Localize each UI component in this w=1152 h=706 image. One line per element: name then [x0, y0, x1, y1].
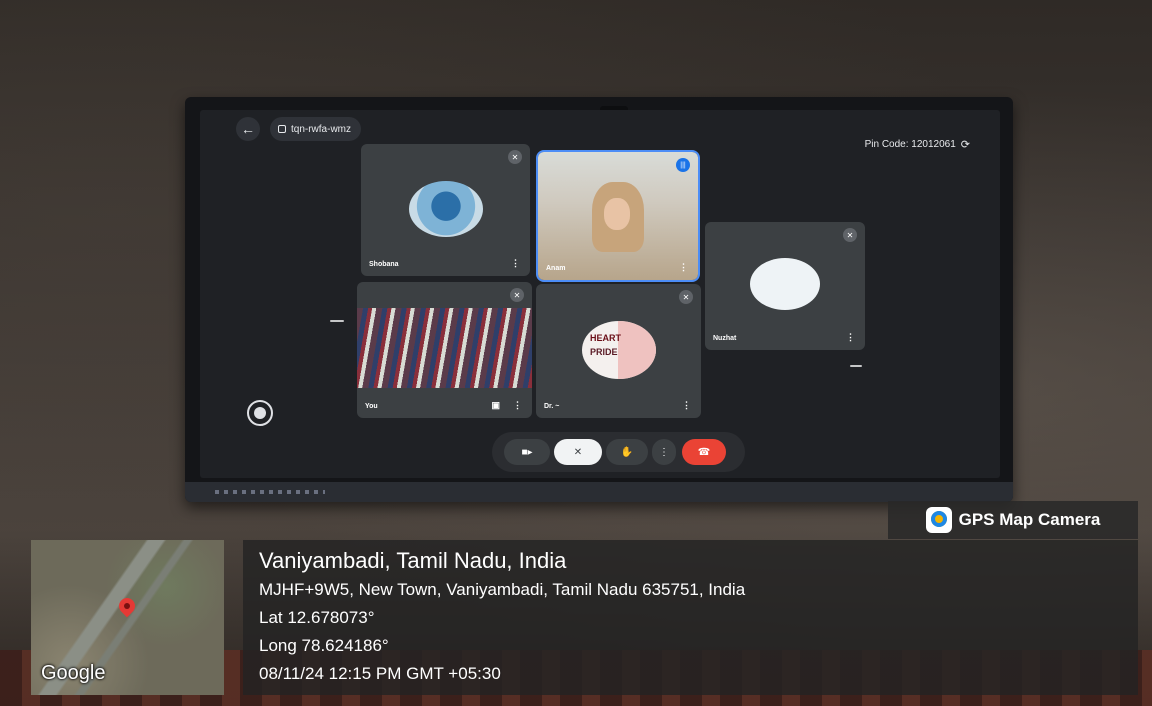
mic-off-icon: ✕	[679, 290, 693, 304]
end-call-icon[interactable]: ☎	[682, 439, 726, 465]
more-vert-icon[interactable]: ⋮	[511, 258, 520, 269]
participant-name: Anam	[546, 265, 566, 272]
participant-tile[interactable]: ✕ Shobana ⋮	[361, 144, 530, 276]
avatar	[750, 258, 820, 310]
camera-icon[interactable]: ■▸	[504, 439, 550, 465]
self-view-toggle[interactable]	[247, 400, 273, 426]
participant-tile-self[interactable]: ✕ You ▣ ⋮	[357, 282, 532, 418]
mic-off-icon: ✕	[510, 288, 524, 302]
light-glare	[850, 365, 862, 367]
more-vert-icon[interactable]: ⋮	[652, 439, 676, 465]
participant-name: Nuzhat	[713, 335, 737, 342]
avatar	[409, 181, 483, 237]
light-glare	[330, 320, 344, 322]
picture-in-picture-icon[interactable]: ▣	[491, 400, 500, 411]
raise-hand-icon[interactable]: ✋	[606, 439, 648, 465]
latitude: Lat 12.678073°	[259, 608, 375, 627]
pin-code-text: Pin Code: 12012061	[864, 139, 956, 150]
gps-app-name: GPS Map Camera	[958, 510, 1101, 529]
more-vert-icon[interactable]: ⋮	[682, 400, 691, 411]
address: MJHF+9W5, New Town, Vaniyambadi, Tamil N…	[259, 580, 746, 599]
avatar-text-heart: HEART	[590, 333, 621, 343]
longitude: Long 78.624186°	[259, 636, 389, 655]
more-vert-icon[interactable]: ⋮	[513, 400, 522, 411]
datetime: 08/11/24 12:15 PM GMT +05:30	[259, 664, 501, 683]
place-name: Vaniyambadi, Tamil Nadu, India	[259, 548, 567, 573]
gps-camera-icon	[925, 507, 952, 533]
calendar-icon	[278, 125, 286, 133]
self-video	[357, 308, 532, 388]
meeting-code: tqn-rwfa-wmz	[291, 123, 352, 135]
participant-tile[interactable]: ✕ HEART PRIDE Dr. ~ ⋮	[536, 284, 701, 418]
location-info: Vaniyambadi, Tamil Nadu, India MJHF+9W5,…	[243, 540, 1138, 695]
map-thumbnail: Google	[31, 540, 224, 695]
more-vert-icon[interactable]: ⋮	[679, 262, 688, 273]
meeting-code-chip[interactable]: tqn-rwfa-wmz	[270, 117, 362, 141]
meet-screen: ← tqn-rwfa-wmz Pin Code: 12012061 ⟳ ✕ Sh…	[200, 110, 1000, 478]
map-logo: Google	[41, 662, 106, 684]
more-vert-icon[interactable]: ⋮	[846, 332, 855, 343]
pin-code: Pin Code: 12012061 ⟳	[865, 138, 970, 151]
participant-name: Shobana	[369, 261, 399, 268]
location-pin-icon	[115, 594, 139, 618]
gps-app-badge: GPS Map Camera	[888, 501, 1138, 539]
avatar-heart-shape	[618, 321, 656, 379]
back-arrow-icon[interactable]: ←	[236, 117, 260, 141]
participant-face	[604, 198, 630, 230]
participant-tile-active[interactable]: ||| Anam ⋮	[538, 152, 698, 280]
call-controls: ■▸ ✕ ✋ ⋮ ☎	[492, 432, 745, 472]
mic-off-icon: ✕	[843, 228, 857, 242]
participant-tile[interactable]: ✕ Nuzhat ⋮	[705, 222, 865, 350]
mic-off-icon: ✕	[508, 150, 522, 164]
tv-indicator-dots	[215, 490, 325, 494]
mic-off-icon[interactable]: ✕	[554, 439, 602, 465]
participant-name: Dr. ~	[544, 403, 560, 410]
avatar: HEART PRIDE	[582, 321, 656, 379]
refresh-icon[interactable]: ⟳	[961, 138, 970, 151]
avatar-text-pride: PRIDE	[590, 347, 618, 357]
speaking-icon: |||	[676, 158, 690, 172]
participant-name: You	[365, 403, 378, 410]
